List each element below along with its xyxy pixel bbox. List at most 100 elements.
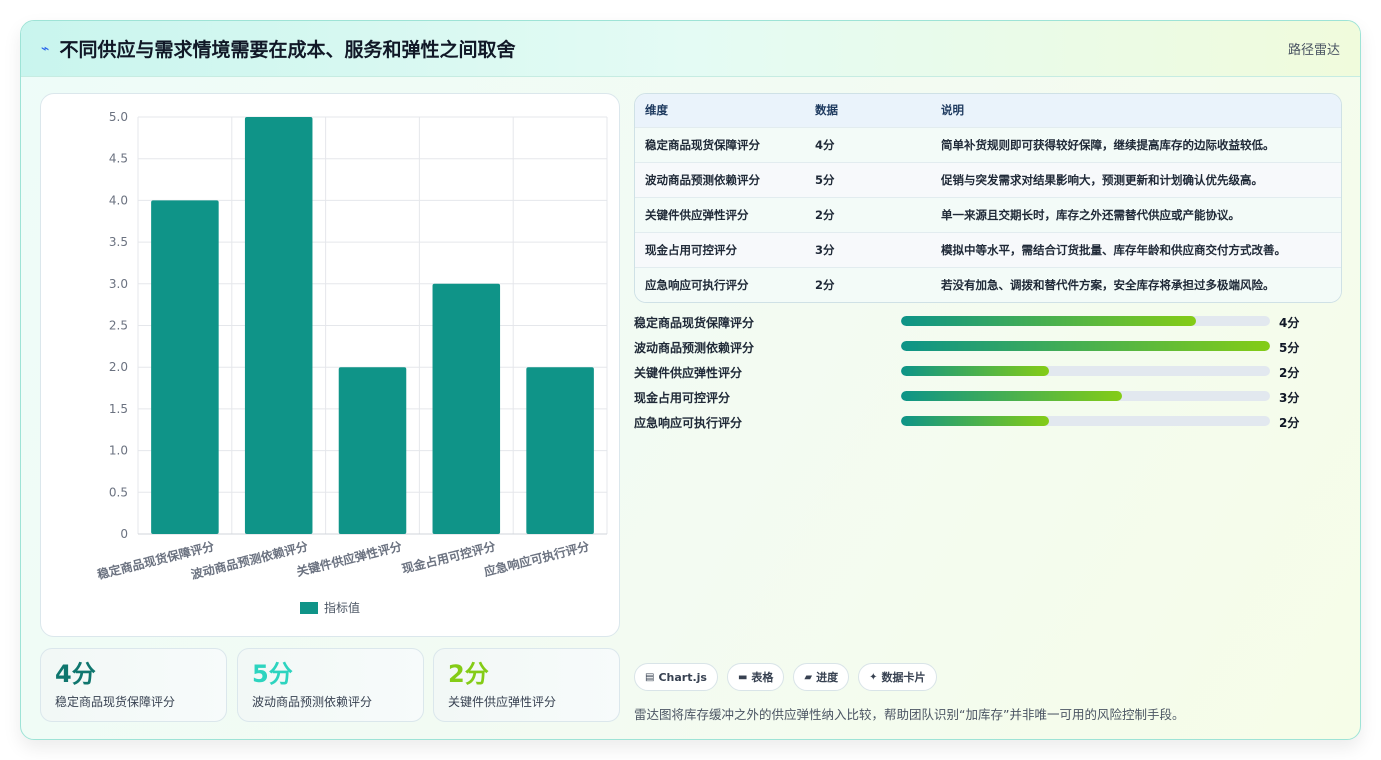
y-tick-label: 3.5	[109, 235, 128, 249]
progress-track	[901, 416, 1270, 426]
progress-value: 4分	[1279, 316, 1300, 330]
table-cell: 若没有加急、调拨和替代件方案，安全库存将承担过多极端风险。	[941, 277, 1275, 292]
stat-label: 关键件供应弹性评分	[448, 695, 557, 709]
y-tick-label: 1.0	[109, 444, 128, 458]
stat-card-0: 4分 稳定商品现货保障评分	[40, 648, 227, 722]
y-tick-label: 5.0	[109, 110, 128, 124]
progress-row: 关键件供应弹性评分 2分	[634, 361, 1342, 386]
y-tick-label: 4.5	[109, 152, 128, 166]
table-row: 现金占用可控评分 3分 模拟中等水平，需结合订货批量、库存年龄和供应商交付方式改…	[635, 232, 1341, 267]
page-title: 不同供应与需求情境需要在成本、服务和弹性之间取舍	[59, 39, 516, 61]
y-tick-label: 3.0	[109, 277, 128, 291]
bar-chart: 00.51.01.52.02.53.03.54.04.55.0稳定商品现货保障评…	[96, 110, 608, 615]
table-cell: 模拟中等水平，需结合订货批量、库存年龄和供应商交付方式改善。	[941, 242, 1286, 257]
stat-card-1: 5分 波动商品预测依赖评分	[237, 648, 424, 722]
table-cell: 波动商品预测依赖评分	[645, 172, 760, 187]
table-cell: 关键件供应弹性评分	[645, 207, 749, 222]
chip-label: 表格	[751, 671, 774, 684]
progress-row: 现金占用可控评分 3分	[634, 386, 1342, 411]
bar-1	[244, 117, 313, 534]
y-tick-label: 1.5	[109, 402, 128, 416]
bar-chart-panel: 0 0.5 1.0 1.5 2.0 2.5 3.0 3.5 4.0 4.5 5.0 稳定商品现货保障评…	[40, 93, 620, 637]
table-cell: 4分	[815, 137, 835, 152]
progress-label: 关键件供应弹性评分	[634, 366, 743, 380]
y-tick-label: 4.0	[109, 193, 128, 207]
progress-icon: ▰	[804, 671, 813, 683]
progress-row: 波动商品预测依赖评分 5分	[634, 336, 1342, 361]
sparkle-icon: ✦	[869, 671, 878, 683]
table-cell: 3分	[815, 242, 835, 257]
progress-track	[901, 341, 1270, 351]
stat-label: 稳定商品现货保障评分	[55, 695, 176, 709]
table-cell: 5分	[815, 172, 835, 187]
table-cell: 应急响应可执行评分	[645, 277, 749, 292]
bar-3	[432, 283, 501, 534]
table-cell: 促销与突发需求对结果影响大，预测更新和计划确认优先级高。	[941, 172, 1263, 187]
main-card: ⌁ 不同供应与需求情境需要在成本、服务和弹性之间取舍 路径雷达 0 0.5 1.0 1…	[20, 20, 1361, 740]
progress-fill	[901, 416, 1049, 426]
progress-track	[901, 316, 1270, 326]
table-cell: 2分	[815, 277, 835, 292]
data-table: 维度 数据 说明 稳定商品现货保障评分 4分 简单补货规则即可获得较好保障，继续…	[634, 93, 1342, 303]
progress-fill	[901, 341, 1270, 351]
chip-label: 进度	[816, 671, 839, 684]
table-cell: 单一来源且交期长时，库存之外还需替代供应或产能协议。	[941, 207, 1240, 222]
table-row: 应急响应可执行评分 2分 若没有加急、调拨和替代件方案，安全库存将承担过多极端风…	[635, 267, 1341, 302]
progress-value: 2分	[1279, 366, 1300, 380]
progress-row: 应急响应可执行评分 2分	[634, 411, 1342, 436]
progress-value: 5分	[1279, 341, 1300, 355]
legend-swatch	[300, 602, 318, 614]
table-cell: 现金占用可控评分	[645, 242, 737, 257]
progress-label: 波动商品预测依赖评分	[634, 341, 755, 355]
progress-fill	[901, 316, 1197, 326]
chip-table[interactable]: ▬ 表格	[726, 663, 785, 691]
table-row: 稳定商品现货保障评分 4分 简单补货规则即可获得较好保障，继续提高库存的边际收益…	[635, 127, 1341, 162]
footer-note: 雷达图将库存缓冲之外的供应弹性纳入比较，帮助团队识别“加库存”并非唯一可用的风险…	[634, 707, 1185, 722]
table-cell: 稳定商品现货保障评分	[645, 137, 760, 152]
progress-value: 3分	[1279, 391, 1300, 405]
lightning-icon: ⌁	[41, 40, 50, 57]
table-row: 波动商品预测依赖评分 5分 促销与突发需求对结果影响大，预测更新和计划确认优先级…	[635, 162, 1341, 197]
legend-label: 指标值	[324, 600, 360, 615]
column-header-dimension: 维度	[645, 103, 668, 118]
chip-progress[interactable]: ▰ 进度	[793, 663, 850, 691]
progress-fill	[901, 366, 1049, 376]
progress-track	[901, 391, 1270, 401]
progress-label: 应急响应可执行评分	[634, 416, 743, 430]
table-cell: 2分	[815, 207, 835, 222]
bar-2	[338, 367, 407, 534]
table-cell: 简单补货规则即可获得较好保障，继续提高库存的边际收益较低。	[941, 137, 1275, 152]
y-tick-label: 0	[120, 527, 128, 541]
y-tick-label: 2.0	[109, 360, 128, 374]
progress-row: 稳定商品现货保障评分 4分	[634, 311, 1342, 336]
table-row: 关键件供应弹性评分 2分 单一来源且交期长时，库存之外还需替代供应或产能协议。	[635, 197, 1341, 232]
chip-chartjs[interactable]: ▤ Chart.js	[634, 663, 718, 691]
x-tick-label: 关键件供应弹性评分	[295, 538, 403, 579]
stat-card-2: 2分 关键件供应弹性评分	[433, 648, 620, 722]
table-icon: ▬	[737, 671, 748, 683]
y-tick-label: 2.5	[109, 319, 128, 333]
column-header-description: 说明	[941, 103, 964, 118]
x-tick-label: 应急响应可执行评分	[482, 538, 590, 579]
header-right-label[interactable]: 路径雷达	[1288, 39, 1340, 58]
chip-row: ▤ Chart.js ▬ 表格 ▰ 进度 ✦ 数据卡片	[634, 663, 937, 691]
stat-value: 5分	[252, 660, 293, 688]
stat-label: 波动商品预测依赖评分	[252, 695, 373, 709]
progress-fill	[901, 391, 1123, 401]
progress-label: 现金占用可控评分	[634, 391, 731, 405]
progress-value: 2分	[1279, 416, 1300, 430]
table-header-row: 维度 数据 说明	[635, 94, 1341, 127]
progress-list: 稳定商品现货保障评分 4分 波动商品预测依赖评分 5分 关键件供应弹性评分 2分…	[634, 311, 1342, 436]
chip-data-cards[interactable]: ✦ 数据卡片	[858, 663, 937, 691]
y-tick-label: 0.5	[109, 485, 128, 499]
progress-label: 稳定商品现货保障评分	[634, 316, 755, 330]
bar-4	[526, 367, 594, 534]
x-tick-label: 现金占用可控评分	[400, 538, 497, 576]
progress-track	[901, 366, 1270, 376]
header: ⌁ 不同供应与需求情境需要在成本、服务和弹性之间取舍 路径雷达	[21, 21, 1360, 77]
chip-label: Chart.js	[658, 670, 707, 684]
bar-0	[151, 200, 219, 534]
chip-label: 数据卡片	[881, 671, 926, 684]
chart-icon: ▤	[645, 671, 655, 683]
stat-value: 4分	[55, 660, 96, 688]
